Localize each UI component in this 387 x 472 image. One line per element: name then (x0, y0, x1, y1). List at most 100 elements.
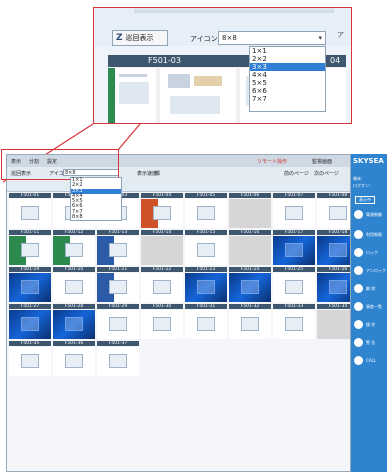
grid-cell[interactable]: F501-33 (273, 304, 315, 339)
grid-cell[interactable]: F501-22 (141, 267, 183, 302)
panel-item[interactable]: 解 除 (366, 286, 375, 292)
panel-item[interactable]: 電源制御 (366, 212, 382, 218)
grid-cell[interactable]: F501-14 (141, 230, 183, 265)
callout-thumbnail[interactable] (160, 68, 236, 123)
panel-item[interactable]: 資産一覧 (366, 304, 382, 310)
grid-cell[interactable]: F501-28 (53, 304, 95, 339)
grid-cell[interactable]: F501-11 (9, 230, 51, 265)
dropdown-option[interactable]: 2×2 (250, 55, 325, 63)
callout-thumbnail[interactable] (108, 68, 156, 123)
cell-thumbnail[interactable] (273, 236, 315, 265)
cell-thumbnail[interactable] (317, 273, 350, 302)
grid-cell[interactable]: F501-25 (273, 267, 315, 302)
assets-icon[interactable] (354, 302, 363, 311)
release-icon[interactable] (354, 284, 363, 293)
unlock-icon[interactable] (354, 266, 363, 275)
grid-cell[interactable]: F501-01 (9, 193, 51, 228)
operation-icon[interactable] (354, 320, 363, 329)
grid-cell[interactable]: F501-13 (97, 230, 139, 265)
dropdown-option[interactable]: 7×7 (250, 95, 325, 103)
grid-cell[interactable]: F501-16 (229, 230, 271, 265)
dropdown-option[interactable]: 1×1 (250, 47, 325, 55)
cell-thumbnail[interactable] (185, 236, 227, 265)
callout-icon-size-dropdown[interactable]: 1×1 2×2 3×3 4×4 5×5 6×6 7×7 (249, 46, 326, 112)
grid-cell[interactable]: F501-08 (317, 193, 350, 228)
cell-thumbnail[interactable] (185, 310, 227, 339)
panel-item[interactable]: ロック (366, 250, 378, 256)
cell-thumbnail[interactable] (53, 236, 95, 265)
grid-cell[interactable]: F501-35 (9, 341, 51, 376)
cell-thumbnail[interactable] (97, 347, 139, 376)
cell-thumbnail[interactable] (185, 273, 227, 302)
grid-cell[interactable]: F501-05 (185, 193, 227, 228)
grid-cell[interactable]: F501-27 (9, 304, 51, 339)
dropdown-option[interactable]: 4×4 (250, 71, 325, 79)
cell-thumbnail[interactable] (9, 347, 51, 376)
panel-item[interactable]: 警 告 (366, 340, 375, 346)
grid-cell[interactable]: F501-24 (229, 267, 271, 302)
prev-page-button[interactable]: 前のページ (284, 170, 309, 177)
power-icon[interactable] (354, 210, 363, 219)
title-right[interactable]: リモート操作 (257, 158, 287, 165)
cell-thumbnail[interactable] (273, 199, 315, 228)
cell-thumbnail[interactable] (229, 199, 271, 228)
cell-thumbnail[interactable] (229, 310, 271, 339)
callout-patrol-button[interactable]: Z 巡回表示 (112, 30, 168, 46)
grid-cell[interactable]: F501-34 (317, 304, 350, 339)
display-speed-value[interactable]: 標 (155, 170, 160, 177)
grid-cell[interactable]: F501-31 (185, 304, 227, 339)
panel-item[interactable]: アンロック (366, 268, 386, 274)
cell-thumbnail[interactable] (9, 273, 51, 302)
cell-thumbnail[interactable] (97, 236, 139, 265)
cell-thumbnail[interactable] (317, 236, 350, 265)
cell-thumbnail[interactable] (273, 273, 315, 302)
cell-thumbnail[interactable] (97, 310, 139, 339)
dropdown-option[interactable]: 5×5 (250, 79, 325, 87)
cell-thumbnail[interactable] (317, 199, 350, 228)
lock-icon[interactable] (354, 248, 363, 257)
cell-thumbnail[interactable] (229, 273, 271, 302)
cell-thumbnail[interactable] (141, 310, 183, 339)
callout-icon-size-select[interactable]: 8×8 ▾ (218, 31, 326, 45)
grid-cell[interactable]: F501-29 (97, 304, 139, 339)
next-page-button[interactable]: 次のページ (314, 170, 339, 177)
cell-thumbnail[interactable] (9, 310, 51, 339)
grid-cell[interactable]: F501-18 (317, 230, 350, 265)
dropdown-option[interactable]: 8×8 (71, 214, 121, 220)
grid-cell[interactable]: F501-12 (53, 230, 95, 265)
grid-cell[interactable]: F501-06 (229, 193, 271, 228)
dropdown-option-selected[interactable]: 3×3 (250, 63, 325, 71)
restrict-icon[interactable] (354, 230, 363, 239)
cell-thumbnail[interactable] (273, 310, 315, 339)
icon-size-dropdown[interactable]: 1×1 2×2 3×3 4×4 5×5 6×6 7×7 8×8 (70, 177, 122, 221)
warning-icon[interactable] (354, 338, 363, 347)
grid-cell[interactable]: F501-32 (229, 304, 271, 339)
grid-cell[interactable]: F501-26 (317, 267, 350, 302)
grid-cell[interactable]: F501-20 (53, 267, 95, 302)
cell-thumbnail[interactable] (53, 347, 95, 376)
dropdown-option[interactable]: 6×6 (250, 87, 325, 95)
grid-cell[interactable]: F501-21 (97, 267, 139, 302)
grid-cell[interactable]: F501-17 (273, 230, 315, 265)
cell-thumbnail[interactable] (9, 199, 51, 228)
panel-item[interactable]: 利用制限 (366, 232, 382, 238)
call-icon[interactable] (354, 356, 363, 365)
grid-cell[interactable]: F501-04 (141, 193, 183, 228)
cell-thumbnail[interactable] (53, 310, 95, 339)
panel-item[interactable]: CALL (366, 358, 376, 363)
grid-cell[interactable]: F501-23 (185, 267, 227, 302)
cell-thumbnail[interactable] (185, 199, 227, 228)
cell-thumbnail[interactable] (53, 273, 95, 302)
grid-cell[interactable]: F501-19 (9, 267, 51, 302)
title-right2[interactable]: 監視画面 (312, 158, 332, 165)
panel-button[interactable]: 表示中 (355, 196, 375, 204)
grid-cell[interactable]: F501-30 (141, 304, 183, 339)
cell-thumbnail[interactable] (141, 236, 183, 265)
grid-cell[interactable]: F501-37 (97, 341, 139, 376)
cell-thumbnail[interactable] (317, 310, 350, 339)
cell-thumbnail[interactable] (9, 236, 51, 265)
cell-thumbnail[interactable] (97, 273, 139, 302)
cell-thumbnail[interactable] (141, 199, 183, 228)
grid-cell[interactable]: F501-36 (53, 341, 95, 376)
cell-thumbnail[interactable] (141, 273, 183, 302)
